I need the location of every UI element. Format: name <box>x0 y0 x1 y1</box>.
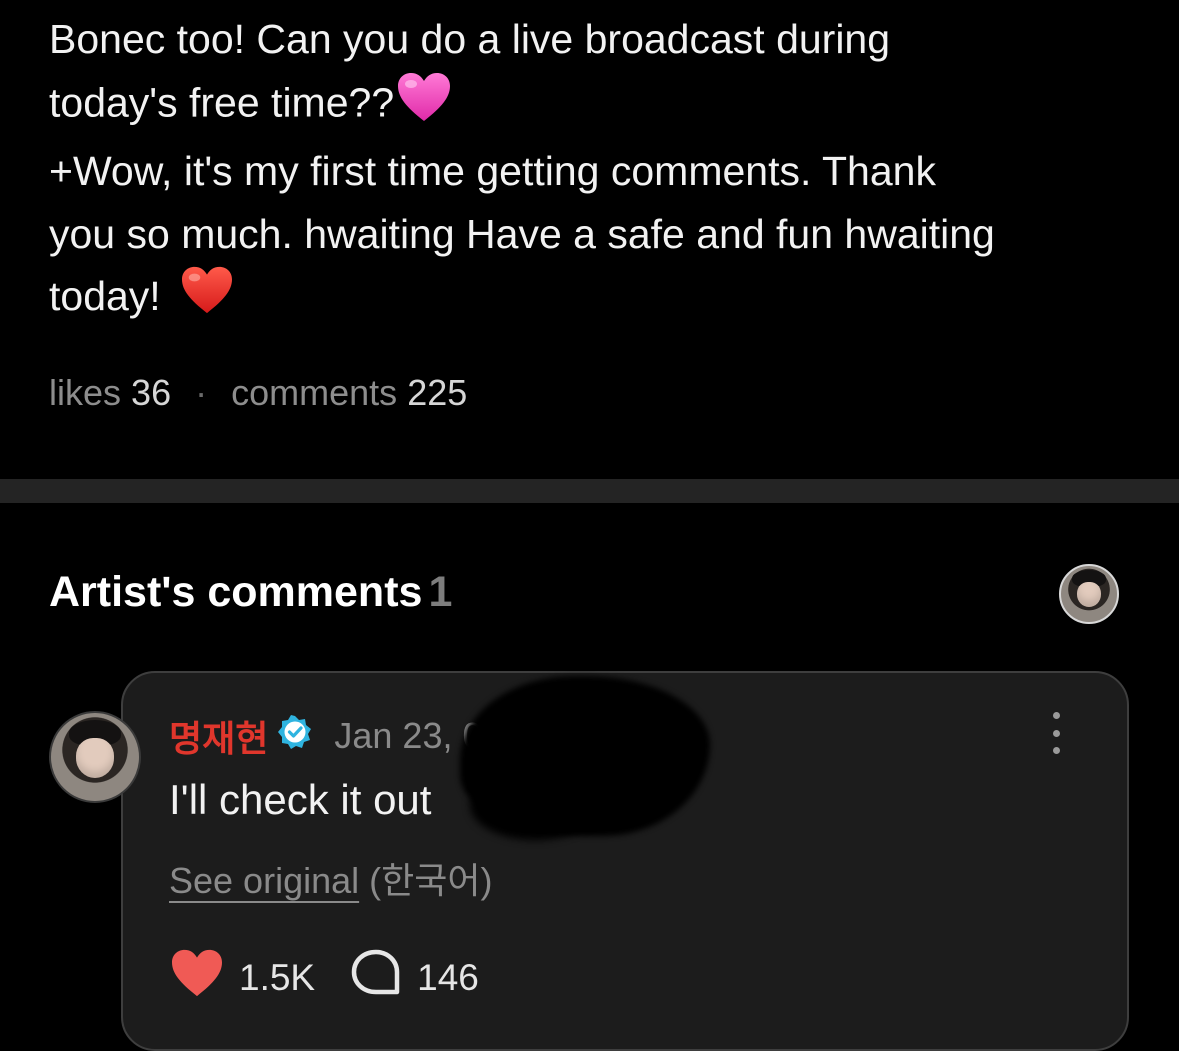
comment-actions: 1.5K 146 <box>169 948 479 1007</box>
artist-avatar-filter[interactable] <box>1059 564 1119 624</box>
like-count: 1.5K <box>239 956 316 998</box>
comment-author-name[interactable]: 명재현 <box>169 710 268 762</box>
artist-comments-title: Artist's comments 1 <box>49 568 452 617</box>
reply-count: 146 <box>417 956 479 998</box>
artist-comments-count: 1 <box>428 568 453 616</box>
comment-header: 명재현 Jan 23, 0 <box>169 710 483 762</box>
post-line-5: today! <box>49 273 161 319</box>
likes-label: likes <box>49 372 122 413</box>
redaction-mark-tail <box>470 770 600 840</box>
original-language: (한국어) <box>369 860 493 901</box>
red-heart-icon <box>180 265 234 333</box>
post-stats: likes 36 · comments 225 <box>49 372 467 414</box>
artist-comments-label: Artist's comments <box>49 568 423 616</box>
comments-label: comments <box>231 372 398 413</box>
more-options-icon[interactable] <box>1046 712 1066 754</box>
post-line-4: you so much. hwaiting Have a safe and fu… <box>49 210 995 257</box>
stats-separator: · <box>195 372 208 413</box>
likes-count[interactable]: 36 <box>131 372 171 413</box>
section-divider <box>0 479 1179 503</box>
post-body: Bonec too! Can you do a live broadcast d… <box>49 8 1139 333</box>
like-heart-icon[interactable] <box>169 948 225 1007</box>
pink-heart-icon <box>396 71 452 141</box>
comments-count[interactable]: 225 <box>407 372 467 413</box>
comment-text: I'll check it out <box>169 776 432 823</box>
post-line-2-wrap: today's free time?? <box>49 71 1139 141</box>
verified-badge-icon <box>278 714 312 758</box>
post-line-2: today's free time?? <box>49 79 395 126</box>
see-original-link[interactable]: See original <box>169 860 359 901</box>
post-line-3: +Wow, it's my first time getting comment… <box>49 148 936 194</box>
post-line-1: Bonec too! Can you do a live broadcast d… <box>49 16 891 62</box>
comment-author-avatar[interactable] <box>49 711 141 803</box>
post-line-5-wrap: today! <box>49 265 1139 333</box>
see-original-row: See original (한국어) <box>169 852 492 904</box>
reply-bubble-icon[interactable] <box>351 949 401 1006</box>
